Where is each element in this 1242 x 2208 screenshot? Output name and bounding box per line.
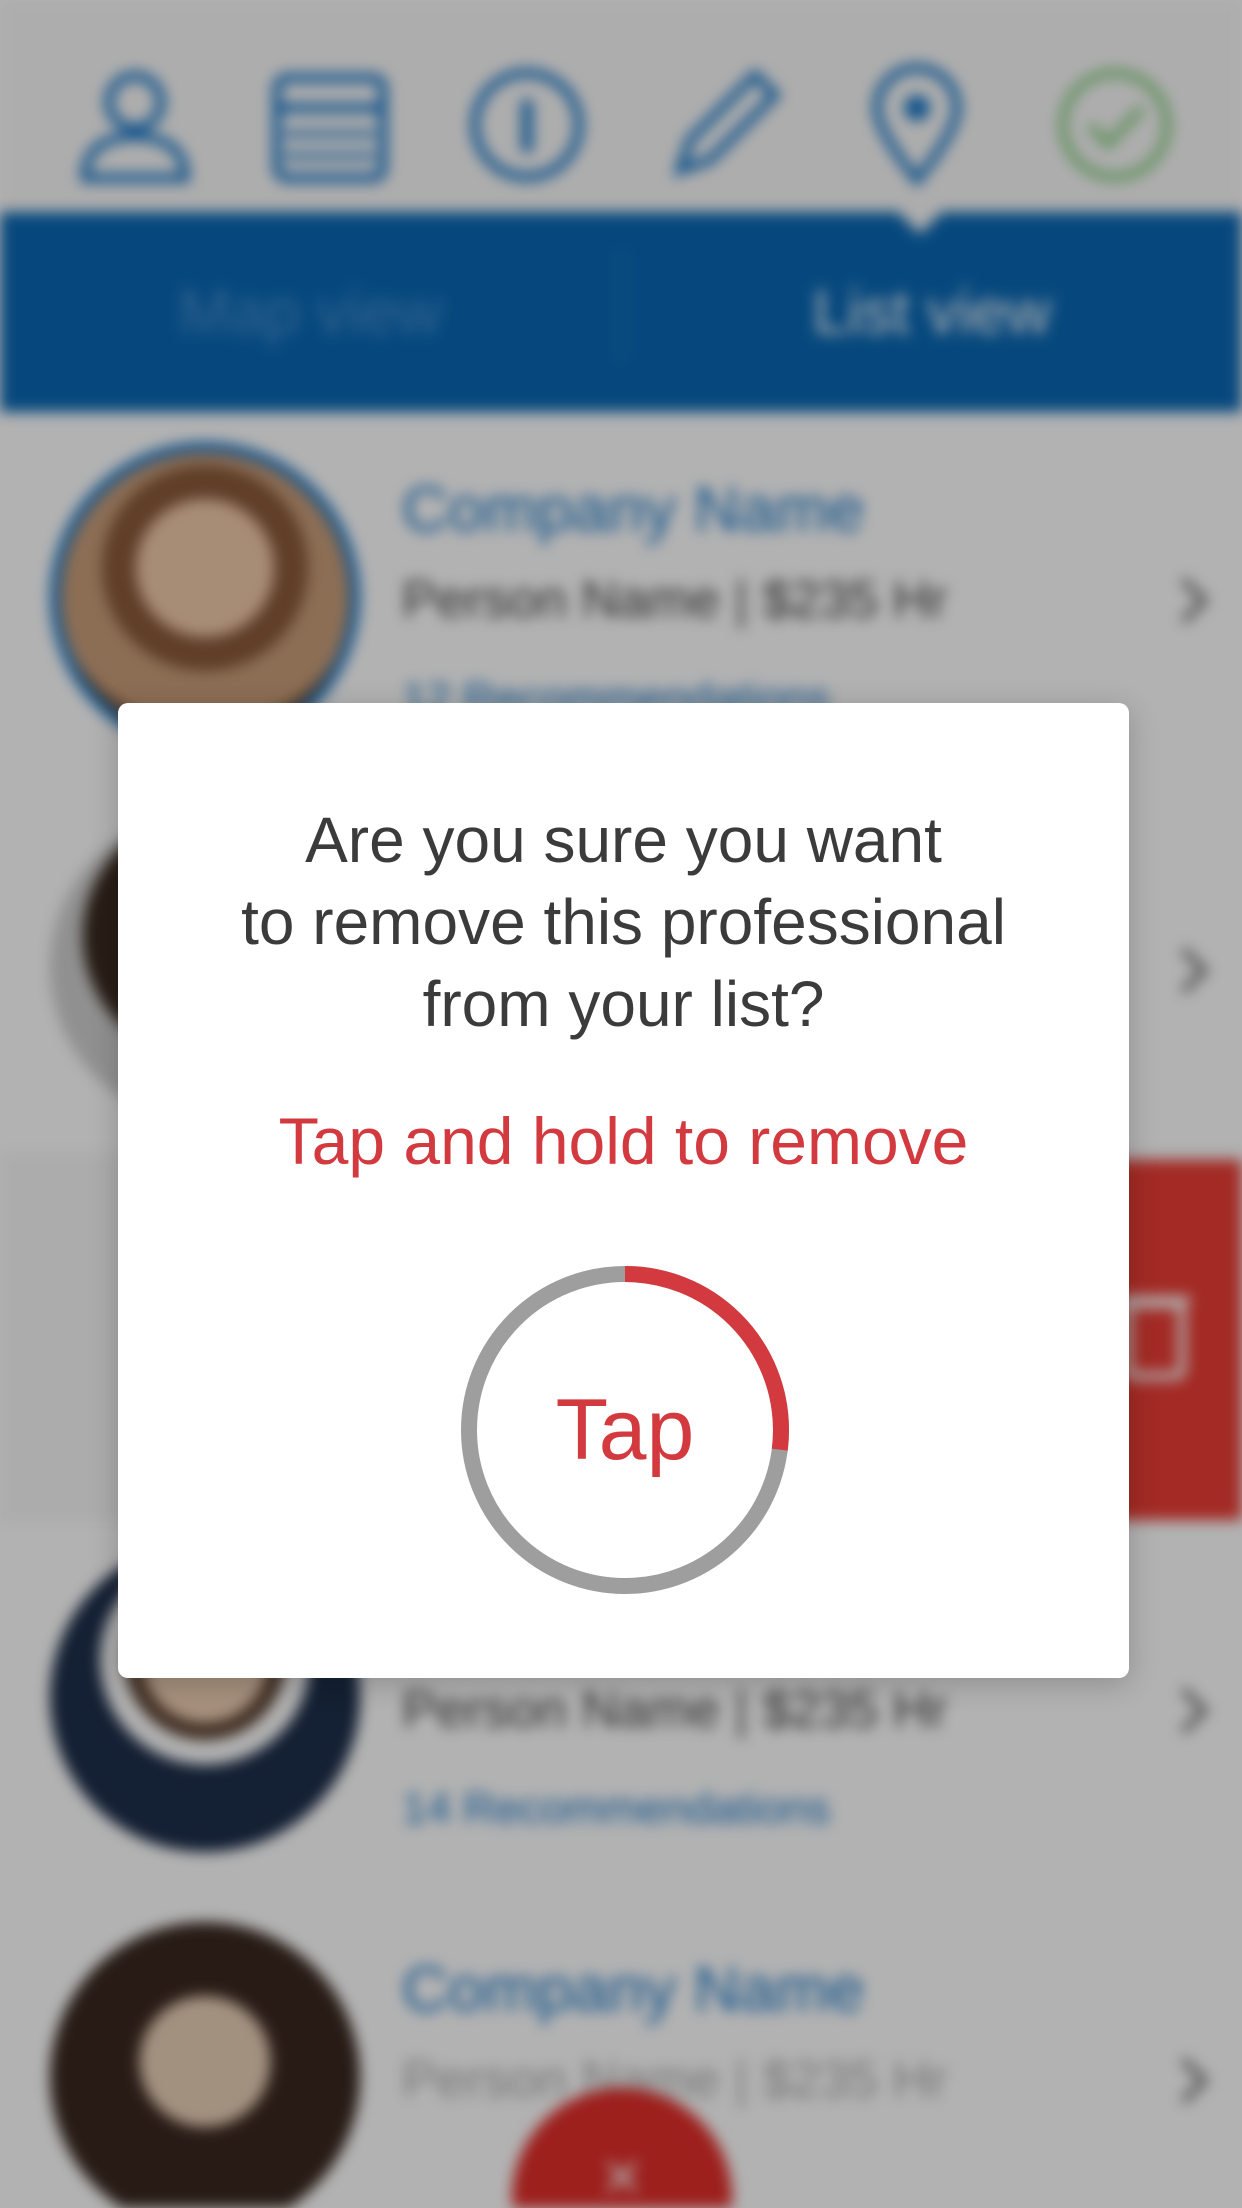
dialog-question: Are you sure you want to remove this pro…	[158, 799, 1089, 1045]
question-line: to remove this professional	[241, 886, 1006, 958]
tap-and-hold-button[interactable]: Tap	[460, 1265, 790, 1595]
question-line: Are you sure you want	[305, 804, 942, 876]
question-line: from your list?	[422, 968, 825, 1040]
tap-label: Tap	[555, 1381, 695, 1478]
dialog-hint: Tap and hold to remove	[278, 1104, 969, 1178]
remove-confirmation-dialog: Are you sure you want to remove this pro…	[118, 703, 1129, 1678]
